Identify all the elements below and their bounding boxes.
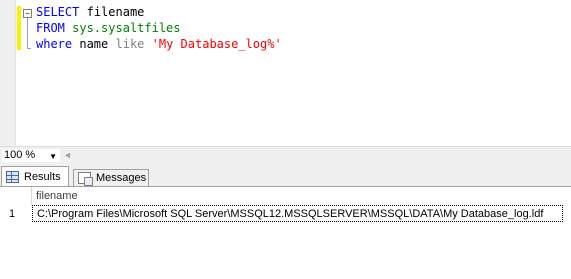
table-row[interactable]: 1 C:\Program Files\Microsoft SQL Server\… [0, 205, 571, 223]
code-line-3: where name like 'My Database_log%' [36, 36, 282, 52]
zoom-value: 100 % [4, 149, 36, 161]
code-line-2: FROM sys.sysaltfiles [36, 20, 282, 36]
tab-messages-label: Messages [96, 172, 147, 184]
messages-icon [78, 172, 93, 186]
results-grid-icon [6, 170, 19, 183]
tab-messages[interactable]: Messages [73, 169, 149, 186]
change-tracking-bar [17, 6, 21, 50]
tab-results-label: Results [24, 170, 61, 183]
zoom-dropdown[interactable]: 100 % ▼ [2, 149, 60, 162]
outline-end [27, 48, 31, 49]
identifier-filename: filename [86, 5, 145, 19]
collapse-toggle-icon[interactable]: − [23, 9, 32, 18]
row-number[interactable]: 1 [0, 205, 32, 223]
results-grid[interactable]: filename 1 C:\Program Files\Microsoft SQ… [0, 187, 571, 279]
editor-gutter [0, 0, 16, 146]
identifier-name: name [79, 37, 109, 51]
object-sysaltfiles: sys.sysaltfiles [72, 21, 181, 35]
outline-line [27, 18, 28, 48]
keyword-select: SELECT [36, 5, 80, 19]
zoom-bar: 100 % ▼ ◄ [0, 146, 571, 164]
keyword-where: where [36, 37, 73, 51]
cell-filename[interactable]: C:\Program Files\Microsoft SQL Server\MS… [32, 205, 563, 222]
tab-results[interactable]: Results [1, 166, 69, 186]
string-literal: 'My Database_log%' [151, 37, 282, 51]
query-editor[interactable]: − SELECT filename FROM sys.sysaltfiles w… [0, 0, 571, 146]
scroll-left-arrow-icon[interactable]: ◄ [63, 150, 72, 160]
code-line-1: SELECT filename [36, 4, 282, 20]
chevron-down-icon[interactable]: ▼ [49, 150, 57, 163]
operator-like: like [115, 37, 145, 51]
sql-code[interactable]: SELECT filename FROM sys.sysaltfiles whe… [36, 4, 282, 52]
keyword-from: FROM [36, 21, 65, 35]
column-header-filename[interactable]: filename [32, 187, 78, 205]
gutter-divider [15, 0, 16, 146]
results-tabstrip: Results Messages [0, 165, 571, 187]
grid-header: filename [0, 187, 571, 205]
grid-corner[interactable] [0, 187, 32, 205]
